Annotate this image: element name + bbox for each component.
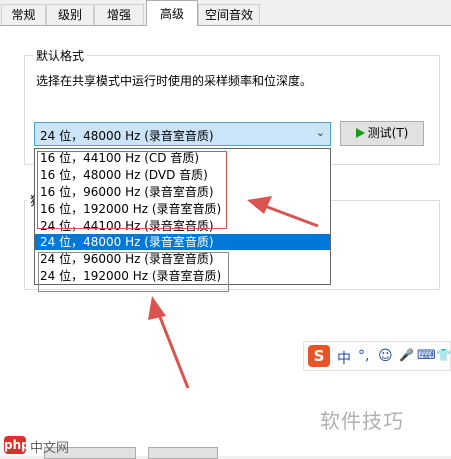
sogou-logo-icon[interactable]: S <box>308 345 330 367</box>
play-icon <box>355 128 365 138</box>
format-option[interactable]: 24 位，192000 Hz (录音室音质) <box>35 268 330 284</box>
skin-icon[interactable]: 👕 <box>436 348 451 362</box>
format-option-selected[interactable]: 24 位，48000 Hz (录音室音质) <box>35 234 330 250</box>
bottom-button[interactable] <box>148 447 218 459</box>
watermark-text: 软件技巧 <box>320 409 404 433</box>
format-option[interactable]: 16 位，44100 Hz (CD 音质) <box>35 150 330 166</box>
sample-rate-combo[interactable]: 24 位，48000 Hz (录音室音质) ⌄ <box>34 122 331 146</box>
chinese-mode-icon[interactable]: 中 <box>337 348 351 368</box>
test-button-label: 测试(T) <box>367 126 409 140</box>
tab-enhancements[interactable]: 增强 <box>94 4 144 25</box>
tab-advanced[interactable]: 高级 <box>146 0 198 26</box>
sample-rate-selected-value: 24 位，48000 Hz (录音室音质) <box>40 129 214 143</box>
keyboard-icon[interactable]: ⌨ <box>417 348 436 363</box>
emoji-icon[interactable]: ☺ <box>378 348 393 364</box>
tab-bar: 常规 级别 增强 高级 空间音效 <box>0 0 451 26</box>
format-option[interactable]: 16 位，192000 Hz (录音室音质) <box>35 201 330 217</box>
tab-general[interactable]: 常规 <box>1 4 46 25</box>
test-button[interactable]: 测试(T) <box>340 121 424 146</box>
format-option[interactable]: 24 位，96000 Hz (录音室音质) <box>35 251 330 267</box>
punctuation-icon[interactable]: °, <box>358 348 369 364</box>
default-format-title: 默认格式 <box>33 47 88 64</box>
php-logo-label: 中文网 <box>30 441 70 456</box>
microphone-icon[interactable]: 🎤 <box>399 348 414 362</box>
tab-spatial-sound[interactable]: 空间音效 <box>198 4 260 25</box>
default-format-description: 选择在共享模式中运行时使用的采样频率和位深度。 <box>36 74 313 88</box>
format-option[interactable]: 16 位，48000 Hz (DVD 音质) <box>35 167 330 183</box>
ime-toolbar: S 中 °, ☺ 🎤 ⌨ 👕 <box>303 341 451 371</box>
chevron-down-icon: ⌄ <box>315 126 325 139</box>
format-option[interactable]: 24 位，44100 Hz (录音室音质) <box>35 218 330 234</box>
sample-rate-dropdown-list: 16 位，44100 Hz (CD 音质) 16 位，48000 Hz (DVD… <box>34 148 331 285</box>
format-option[interactable]: 16 位，96000 Hz (录音室音质) <box>35 184 330 200</box>
tab-levels[interactable]: 级别 <box>46 4 94 25</box>
php-logo: php <box>4 436 30 454</box>
